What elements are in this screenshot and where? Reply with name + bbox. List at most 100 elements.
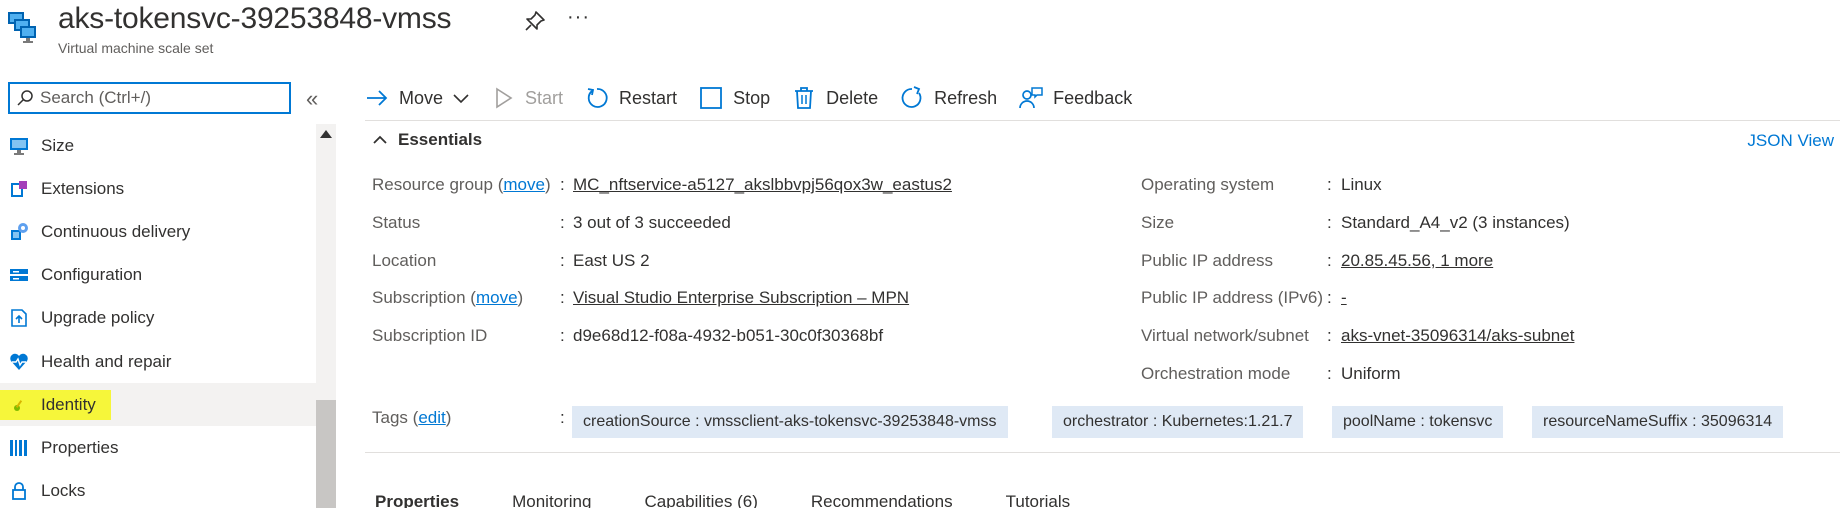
continuous-delivery-icon bbox=[8, 221, 30, 243]
tags-edit-link[interactable]: edit bbox=[418, 408, 445, 427]
sidebar-item-continuous-delivery[interactable]: Continuous delivery bbox=[0, 210, 316, 253]
monitor-icon bbox=[8, 135, 30, 157]
sidebar-item-identity[interactable]: Identity bbox=[0, 383, 316, 427]
detail-tabs: Properties Monitoring Capabilities (6) R… bbox=[365, 492, 1113, 508]
feedback-person-icon bbox=[1019, 86, 1043, 110]
json-view-link[interactable]: JSON View bbox=[1747, 131, 1834, 151]
collapse-sidebar-button[interactable]: « bbox=[306, 86, 318, 112]
vnet-link[interactable]: aks-vnet-35096314/aks-subnet bbox=[1341, 326, 1574, 346]
separator-colon: : bbox=[560, 288, 565, 307]
configuration-icon bbox=[8, 264, 30, 286]
sidebar-item-properties[interactable]: Properties bbox=[0, 426, 316, 469]
tab-tutorials[interactable]: Tutorials bbox=[996, 492, 1081, 508]
public-ipv6-link[interactable]: - bbox=[1341, 288, 1347, 308]
more-options-icon[interactable]: ··· bbox=[567, 6, 590, 29]
resource-group-move-link[interactable]: move bbox=[503, 175, 545, 194]
identity-key-icon bbox=[8, 394, 30, 416]
separator-colon: : bbox=[1327, 326, 1332, 345]
subscription-move-link[interactable]: move bbox=[476, 288, 518, 307]
scroll-up-arrow-icon[interactable] bbox=[320, 130, 332, 138]
essentials-toggle[interactable]: Essentials bbox=[372, 130, 482, 150]
resource-group-row-label: Resource group (move) bbox=[372, 175, 551, 194]
size-label: Size bbox=[1141, 213, 1174, 233]
sidebar-item-upgrade-policy[interactable]: Upgrade policy bbox=[0, 297, 316, 340]
subscription-label: Subscription bbox=[372, 288, 466, 307]
refresh-icon bbox=[900, 86, 924, 110]
status-label-text: Status bbox=[372, 213, 421, 232]
lock-icon bbox=[8, 480, 30, 502]
delete-button[interactable]: Delete bbox=[792, 86, 878, 110]
move-button[interactable]: Move bbox=[365, 86, 469, 110]
subscription-id-value: d9e68d12-f08a-4932-b051-30c0f30368bf bbox=[573, 326, 884, 345]
orchestration-label-text: Orchestration mode bbox=[1141, 364, 1291, 383]
public-ip-link[interactable]: 20.85.45.56, 1 more bbox=[1341, 251, 1493, 271]
arrow-right-icon bbox=[365, 86, 389, 110]
play-icon bbox=[491, 86, 515, 110]
subscription-id-label-text: Subscription ID bbox=[372, 326, 488, 345]
resource-group-label: Resource group bbox=[372, 175, 493, 194]
sidebar-item-label: Health and repair bbox=[41, 351, 172, 371]
scrollbar-thumb[interactable] bbox=[316, 400, 336, 508]
tag-chip: resourceNameSuffix : 35096314 bbox=[1532, 406, 1784, 438]
separator-colon: : bbox=[560, 175, 565, 194]
tag-chip: orchestrator : Kubernetes:1.21.7 bbox=[1052, 406, 1304, 438]
tab-properties[interactable]: Properties bbox=[365, 492, 469, 508]
page-subtitle: Virtual machine scale set bbox=[58, 40, 214, 56]
start-button[interactable]: Start bbox=[491, 86, 563, 110]
location-label: Location bbox=[372, 251, 436, 271]
feedback-button[interactable]: Feedback bbox=[1019, 86, 1132, 110]
search-box[interactable] bbox=[8, 82, 291, 114]
sidebar-item-label: Continuous delivery bbox=[41, 221, 191, 241]
tags-label: Tags bbox=[372, 408, 408, 427]
upgrade-policy-icon bbox=[8, 307, 30, 329]
pin-icon[interactable] bbox=[524, 10, 546, 32]
sidebar-item-locks[interactable]: Locks bbox=[0, 470, 316, 508]
properties-icon bbox=[8, 437, 30, 459]
refresh-label: Refresh bbox=[934, 87, 998, 108]
sidebar-item-label: Upgrade policy bbox=[41, 308, 155, 328]
separator-colon: : bbox=[1327, 213, 1332, 232]
sidebar-item-health-and-repair[interactable]: Health and repair bbox=[0, 340, 316, 383]
tag-chip: creationSource : vmssclient-aks-tokensvc… bbox=[572, 406, 1008, 438]
vmss-icon bbox=[6, 10, 46, 48]
location-label-text: Location bbox=[372, 251, 437, 270]
separator-colon: : bbox=[1327, 288, 1332, 307]
subscription-value-link[interactable]: Visual Studio Enterprise Subscription – … bbox=[573, 288, 909, 308]
tab-monitoring[interactable]: Monitoring bbox=[502, 492, 601, 508]
search-input[interactable] bbox=[40, 87, 285, 109]
tab-capabilities[interactable]: Capabilities (6) bbox=[634, 492, 767, 508]
search-icon bbox=[16, 89, 34, 107]
sidebar-scrollbar[interactable] bbox=[316, 124, 336, 508]
separator-colon: : bbox=[1327, 251, 1332, 270]
subscription-row-label: Subscription (move) bbox=[372, 288, 524, 307]
vnet-label: Virtual network/subnet bbox=[1141, 326, 1309, 346]
essentials-divider bbox=[365, 452, 1840, 453]
extensions-icon bbox=[8, 178, 30, 200]
sidebar-nav: Size Extensions Continuous delivery Conf… bbox=[0, 124, 316, 508]
chevron-up-icon bbox=[372, 132, 388, 148]
start-label: Start bbox=[525, 87, 564, 108]
resource-group-value-link[interactable]: MC_nftservice-a5127_akslbbvpj56qox3w_eas… bbox=[573, 175, 952, 195]
resource-header: aks-tokensvc-39253848-vmss Virtual machi… bbox=[0, 0, 1840, 66]
stop-button[interactable]: Stop bbox=[699, 86, 770, 110]
orchestration-value: Uniform bbox=[1341, 364, 1401, 383]
public-ipv6-label-text: Public IP address (IPv6) bbox=[1141, 288, 1324, 307]
sidebar-item-size[interactable]: Size bbox=[0, 124, 316, 167]
sidebar: « Size Extensions Continuous delivery bbox=[0, 72, 336, 508]
sidebar-item-configuration[interactable]: Configuration bbox=[0, 254, 316, 297]
health-icon bbox=[8, 351, 30, 373]
stop-label: Stop bbox=[733, 87, 771, 108]
os-label: Operating system bbox=[1141, 175, 1274, 195]
status-label: Status bbox=[372, 213, 420, 233]
azure-portal-page: aks-tokensvc-39253848-vmss Virtual machi… bbox=[0, 0, 1840, 508]
location-value: East US 2 bbox=[573, 251, 650, 270]
tab-recommendations[interactable]: Recommendations bbox=[801, 492, 963, 508]
toolbar-divider bbox=[365, 120, 1840, 121]
status-value: 3 out of 3 succeeded bbox=[573, 213, 731, 232]
tags-row-label: Tags (edit) bbox=[372, 408, 452, 427]
refresh-button[interactable]: Refresh bbox=[900, 86, 997, 110]
restart-button[interactable]: Restart bbox=[585, 86, 677, 110]
public-ip-label: Public IP address bbox=[1141, 251, 1273, 271]
separator-colon: : bbox=[560, 251, 565, 270]
sidebar-item-extensions[interactable]: Extensions bbox=[0, 167, 316, 210]
